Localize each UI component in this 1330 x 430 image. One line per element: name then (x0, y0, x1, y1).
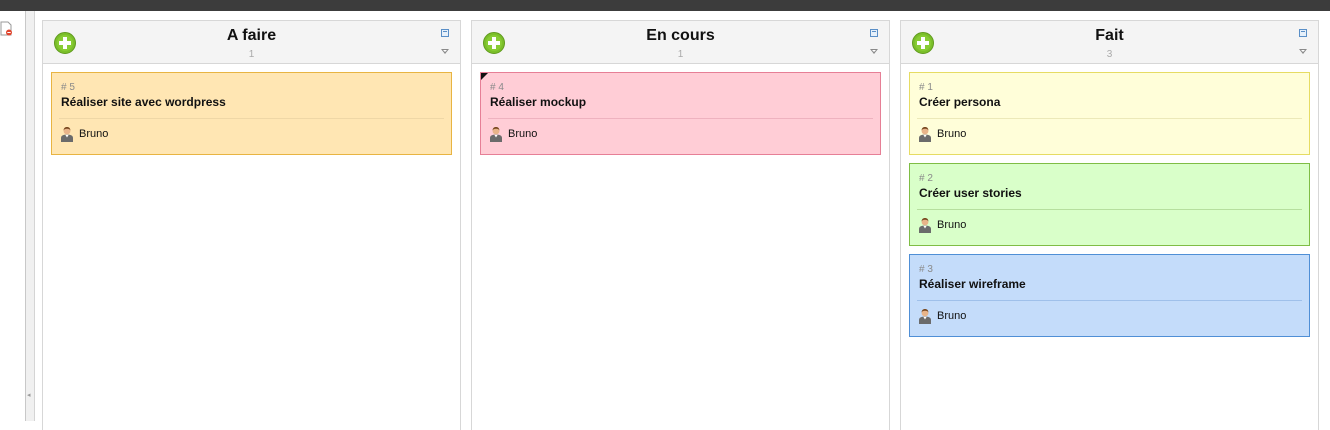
card-list: # 4 Réaliser mockup Bruno (472, 64, 889, 155)
column-header: En cours 1 (472, 20, 889, 64)
card-id: # 4 (490, 82, 504, 93)
card-separator (917, 209, 1302, 210)
card-title: Créer persona (919, 95, 1001, 109)
column-card-count: 3 (1106, 49, 1113, 60)
column-fait: Fait 3 # 1 Créer persona Bruno # 2 Créer… (900, 20, 1319, 430)
user-icon (919, 218, 931, 233)
card-title: Créer user stories (919, 186, 1022, 200)
card-separator (59, 118, 444, 119)
collapse-icon[interactable] (1299, 49, 1307, 54)
card-separator (488, 118, 873, 119)
panel-splitter[interactable]: ◂ (26, 11, 35, 421)
task-card[interactable]: # 3 Réaliser wireframe Bruno (909, 254, 1310, 337)
maximize-icon[interactable] (441, 29, 449, 37)
card-title: Réaliser wireframe (919, 277, 1026, 291)
column-card-count: 1 (677, 49, 684, 60)
card-separator (917, 118, 1302, 119)
card-title: Réaliser site avec wordpress (61, 95, 226, 109)
collapse-icon[interactable] (870, 49, 878, 54)
card-assignee: Bruno (937, 219, 967, 231)
flag-icon (481, 73, 488, 80)
card-list: # 1 Créer persona Bruno # 2 Créer user s… (901, 64, 1318, 337)
card-id: # 2 (919, 173, 933, 184)
user-icon (919, 127, 931, 142)
column-en-cours: En cours 1 # 4 Réaliser mockup Bruno (471, 20, 890, 430)
kanban-board: A faire 1 # 5 Réaliser site avec wordpre… (35, 11, 1330, 430)
column-header: Fait 3 (901, 20, 1318, 64)
card-list: # 5 Réaliser site avec wordpress Bruno (43, 64, 460, 155)
user-icon (61, 127, 73, 142)
column-a-faire: A faire 1 # 5 Réaliser site avec wordpre… (42, 20, 461, 430)
column-card-count: 1 (248, 49, 255, 60)
card-separator (917, 300, 1302, 301)
maximize-icon[interactable] (870, 29, 878, 37)
top-bar (0, 0, 1330, 11)
column-header: A faire 1 (43, 20, 460, 64)
task-card[interactable]: # 4 Réaliser mockup Bruno (480, 72, 881, 155)
task-card[interactable]: # 1 Créer persona Bruno (909, 72, 1310, 155)
column-title: Fait (1095, 27, 1124, 44)
user-icon (490, 127, 502, 142)
column-title: A faire (226, 27, 277, 44)
column-title: En cours (646, 27, 715, 44)
card-assignee: Bruno (937, 128, 967, 140)
card-title: Réaliser mockup (490, 95, 587, 109)
maximize-icon[interactable] (1299, 29, 1307, 37)
user-icon (919, 309, 931, 324)
task-card[interactable]: # 2 Créer user stories Bruno (909, 163, 1310, 246)
document-icon[interactable] (0, 21, 14, 37)
card-id: # 5 (61, 82, 75, 93)
card-assignee: Bruno (508, 128, 538, 140)
task-card[interactable]: # 5 Réaliser site avec wordpress Bruno (51, 72, 452, 155)
left-panel (0, 11, 26, 421)
card-assignee: Bruno (937, 310, 967, 322)
card-id: # 1 (919, 82, 933, 93)
card-id: # 3 (919, 264, 933, 275)
collapse-icon[interactable] (441, 49, 449, 54)
card-assignee: Bruno (79, 128, 109, 140)
splitter-arrow-icon[interactable]: ◂ (27, 391, 31, 399)
